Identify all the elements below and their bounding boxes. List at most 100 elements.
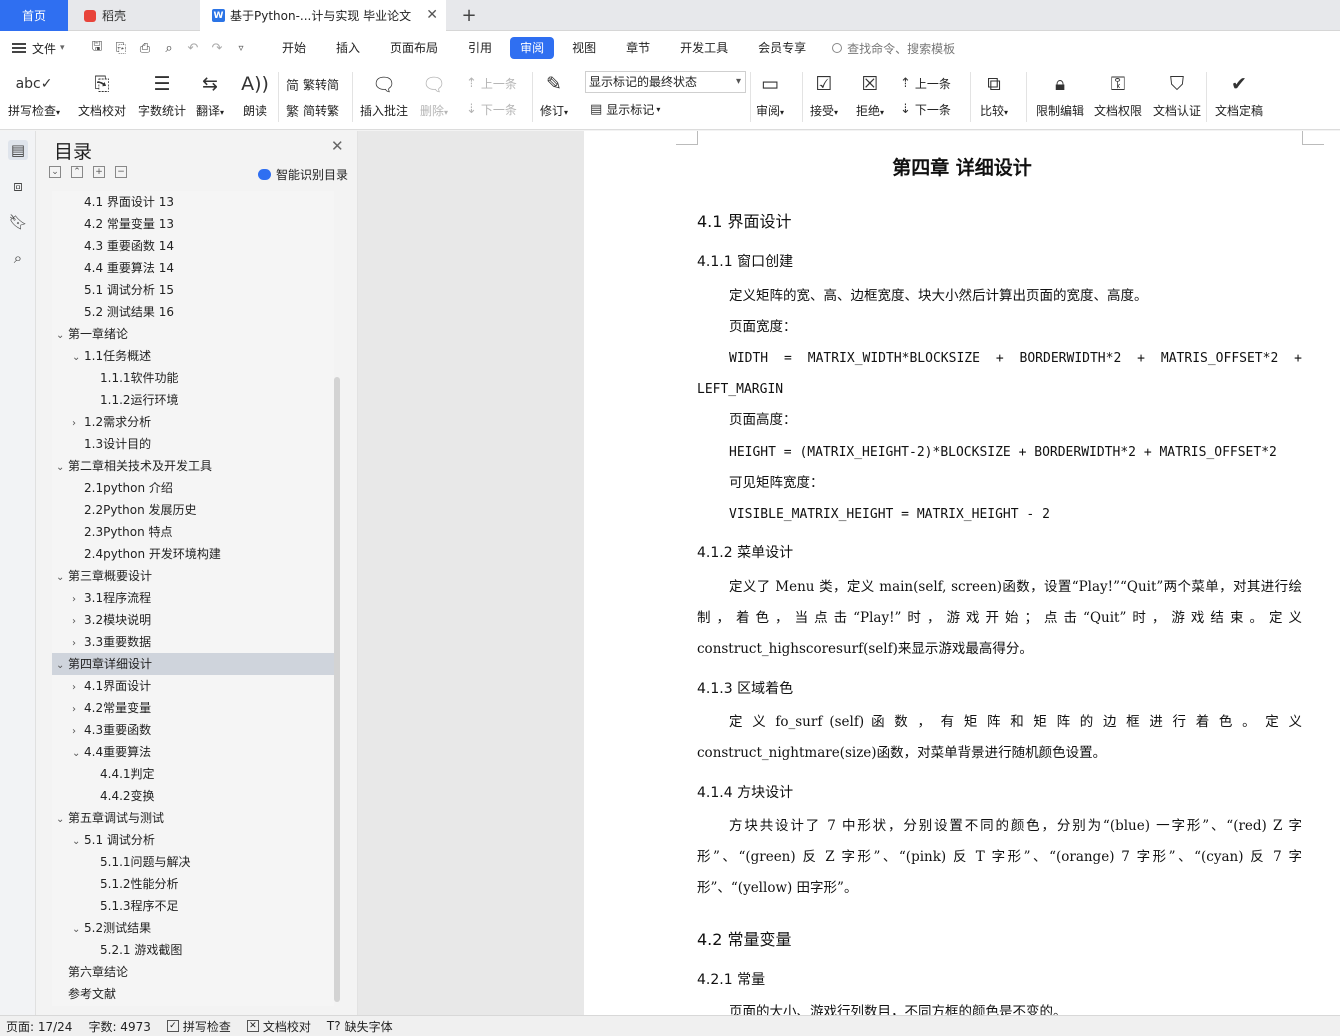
add-heading-icon[interactable]: + bbox=[93, 166, 105, 178]
word-count-indicator[interactable]: 字数: 4973 bbox=[88, 1018, 150, 1035]
delete-comment-button[interactable]: 🗨 删除▾ bbox=[420, 69, 448, 119]
toc-item[interactable]: 4.4 重要算法 14 bbox=[52, 257, 334, 279]
word-count-button[interactable]: ☰ 字数统计 bbox=[138, 69, 186, 119]
chevron-down-icon[interactable]: ⌄ bbox=[56, 809, 68, 831]
chevron-down-icon[interactable]: ⌄ bbox=[72, 831, 84, 853]
chevron-down-icon[interactable]: ⌄ bbox=[56, 567, 68, 589]
chevron-right-icon[interactable]: › bbox=[72, 413, 84, 435]
toc-item[interactable]: 1.1.2运行环境 bbox=[52, 389, 334, 411]
toc-item[interactable]: 1.3设计目的 bbox=[52, 433, 334, 455]
toc-item[interactable]: ⌄ 第一章绪论 bbox=[52, 323, 334, 345]
export-pdf-icon[interactable]: ⎘ bbox=[112, 41, 130, 56]
toc-item[interactable]: 4.3 重要函数 14 bbox=[52, 235, 334, 257]
toc-item[interactable]: › 3.1程序流程 bbox=[52, 587, 334, 609]
toc-item[interactable]: 4.1 界面设计 13 bbox=[52, 191, 334, 213]
markup-state-select[interactable]: 显示标记的最终状态 bbox=[585, 71, 746, 93]
status-proofread[interactable]: ✕ 文档校对 bbox=[246, 1018, 311, 1035]
finalize-button[interactable]: ✔ 文档定稿 bbox=[1215, 69, 1263, 119]
document-certify-button[interactable]: ⛉ 文档认证 bbox=[1153, 69, 1201, 119]
chevron-down-icon[interactable]: ⌄ bbox=[56, 457, 68, 479]
read-aloud-button[interactable]: A)) 朗读 bbox=[241, 69, 269, 119]
toc-item[interactable]: ⌄ 第五章调试与测试 bbox=[52, 807, 334, 829]
command-search[interactable]: 查找命令、搜索模板 bbox=[832, 40, 955, 57]
next-change-button[interactable]: ⇣ 下一条 bbox=[900, 101, 951, 118]
review-pane-button[interactable]: ▭ 审阅▾ bbox=[756, 69, 784, 119]
toc-panel-icon[interactable]: ▤ bbox=[8, 140, 28, 160]
chevron-down-icon[interactable]: ⌄ bbox=[72, 347, 84, 369]
toc-item[interactable]: 4.4.2变换 bbox=[52, 785, 334, 807]
close-panel-icon[interactable]: ✕ bbox=[331, 137, 344, 155]
chevron-down-icon[interactable]: ⌄ bbox=[72, 743, 84, 765]
toc-item[interactable]: ⌄ 4.4重要算法 bbox=[52, 741, 334, 763]
menu-tab-reference[interactable]: 引用 bbox=[456, 37, 504, 59]
menu-tab-insert[interactable]: 插入 bbox=[324, 37, 372, 59]
toc-item[interactable]: ⌄ 第三章概要设计 bbox=[52, 565, 334, 587]
toc-item[interactable]: › 4.2常量变量 bbox=[52, 697, 334, 719]
file-menu[interactable]: 文件 ▾ bbox=[0, 40, 80, 57]
prev-comment-button[interactable]: ⇡ 上一条 bbox=[466, 75, 517, 92]
toc-item[interactable]: 4.4.1判定 bbox=[52, 763, 334, 785]
spell-check-button[interactable]: abc✓ 拼写检查▾ bbox=[8, 69, 60, 119]
chevron-down-icon[interactable]: ⌄ bbox=[72, 919, 84, 941]
toc-item[interactable]: 5.2 测试结果 16 bbox=[52, 301, 334, 323]
toc-item[interactable]: ⌄ 5.1 调试分析 bbox=[52, 829, 334, 851]
customize-toolbar-icon[interactable]: ▿ bbox=[232, 43, 250, 54]
toc-item[interactable]: 5.1.1问题与解决 bbox=[52, 851, 334, 873]
track-changes-button[interactable]: ✎ 修订▾ bbox=[540, 69, 568, 119]
status-spell-check[interactable]: ✓ 拼写检查 bbox=[166, 1018, 231, 1035]
redo-icon[interactable]: ↷ bbox=[208, 41, 226, 56]
collapse-all-icon[interactable]: ⌃ bbox=[71, 166, 83, 178]
toc-item[interactable]: ⌄ 1.1任务概述 bbox=[52, 345, 334, 367]
menu-tab-section[interactable]: 章节 bbox=[614, 37, 662, 59]
compare-button[interactable]: ⧉ 比较▾ bbox=[980, 69, 1008, 119]
toc-scrollbar[interactable] bbox=[334, 377, 340, 1002]
chevron-right-icon[interactable]: › bbox=[72, 699, 84, 721]
next-comment-button[interactable]: ⇣ 下一条 bbox=[466, 101, 517, 118]
toc-item[interactable]: › 1.2需求分析 bbox=[52, 411, 334, 433]
toc-item[interactable]: 4.2 常量变量 13 bbox=[52, 213, 334, 235]
chevron-down-icon[interactable]: ⌄ bbox=[56, 325, 68, 347]
toc-item[interactable]: › 3.3重要数据 bbox=[52, 631, 334, 653]
tab-document[interactable]: W 基于Python-...计与实现 毕业论文 ✕ bbox=[200, 0, 446, 31]
chevron-right-icon[interactable]: › bbox=[72, 677, 84, 699]
proofread-button[interactable]: ⎘ 文档校对 bbox=[78, 69, 126, 119]
page-indicator[interactable]: 页面: 17/24 bbox=[6, 1018, 72, 1035]
print-preview-icon[interactable]: ⌕ bbox=[160, 41, 178, 56]
toc-item[interactable]: ⌄ 第四章详细设计 bbox=[52, 653, 334, 675]
chevron-right-icon[interactable]: › bbox=[72, 589, 84, 611]
smart-toc-button[interactable]: 智能识别目录 bbox=[258, 166, 348, 183]
toc-item[interactable]: › 3.2模块说明 bbox=[52, 609, 334, 631]
expand-all-icon[interactable]: ⌄ bbox=[49, 166, 61, 178]
show-markup-button[interactable]: ▤ 显示标记 ▾ bbox=[590, 101, 660, 118]
menu-tab-layout[interactable]: 页面布局 bbox=[378, 37, 450, 59]
toc-item[interactable]: 2.3Python 特点 bbox=[52, 521, 334, 543]
print-icon[interactable]: ⎙ bbox=[136, 41, 154, 56]
trad-to-simp-button[interactable]: 简繁转简 bbox=[286, 75, 339, 94]
menu-tab-developer[interactable]: 开发工具 bbox=[668, 37, 740, 59]
save-icon[interactable]: 🖫 bbox=[88, 37, 106, 59]
toc-item[interactable]: ⌄ 5.2测试结果 bbox=[52, 917, 334, 939]
remove-heading-icon[interactable]: − bbox=[115, 166, 127, 178]
new-tab-button[interactable]: + bbox=[458, 0, 480, 31]
translate-button[interactable]: ⇆ 翻译▾ bbox=[196, 69, 224, 119]
chapter-nav-icon[interactable]: ⧈ bbox=[8, 176, 28, 196]
document-page[interactable]: 第四章 详细设计 4.1 界面设计 4.1.1 窗口创建 定义矩阵的宽、高、边框… bbox=[584, 131, 1340, 1015]
insert-comment-button[interactable]: 🗨 插入批注 bbox=[360, 69, 408, 119]
accept-button[interactable]: ☑ 接受▾ bbox=[810, 69, 838, 119]
menu-tab-start[interactable]: 开始 bbox=[270, 37, 318, 59]
menu-tab-review[interactable]: 审阅 bbox=[510, 37, 555, 59]
missing-font-indicator[interactable]: T? 缺失字体 bbox=[327, 1018, 393, 1035]
toc-item[interactable]: › 4.3重要函数 bbox=[52, 719, 334, 741]
toc-item[interactable]: ⌄ 第二章相关技术及开发工具 bbox=[52, 455, 334, 477]
restrict-editing-button[interactable]: 🔒︎ 限制编辑 bbox=[1036, 69, 1084, 119]
toc-item[interactable]: 第六章结论 bbox=[52, 961, 334, 983]
document-permission-button[interactable]: ⚿ 文档权限 bbox=[1094, 69, 1142, 119]
toc-item[interactable]: 5.2.1 游戏截图 bbox=[52, 939, 334, 961]
find-icon[interactable]: ⌕ bbox=[8, 248, 28, 268]
toc-item[interactable]: 2.4python 开发环境构建 bbox=[52, 543, 334, 565]
toc-item[interactable]: 5.1.2性能分析 bbox=[52, 873, 334, 895]
chevron-right-icon[interactable]: › bbox=[72, 611, 84, 633]
tab-home[interactable]: 首页 bbox=[0, 0, 68, 31]
toc-item[interactable]: 5.1 调试分析 15 bbox=[52, 279, 334, 301]
menu-tab-member[interactable]: 会员专享 bbox=[746, 37, 818, 59]
